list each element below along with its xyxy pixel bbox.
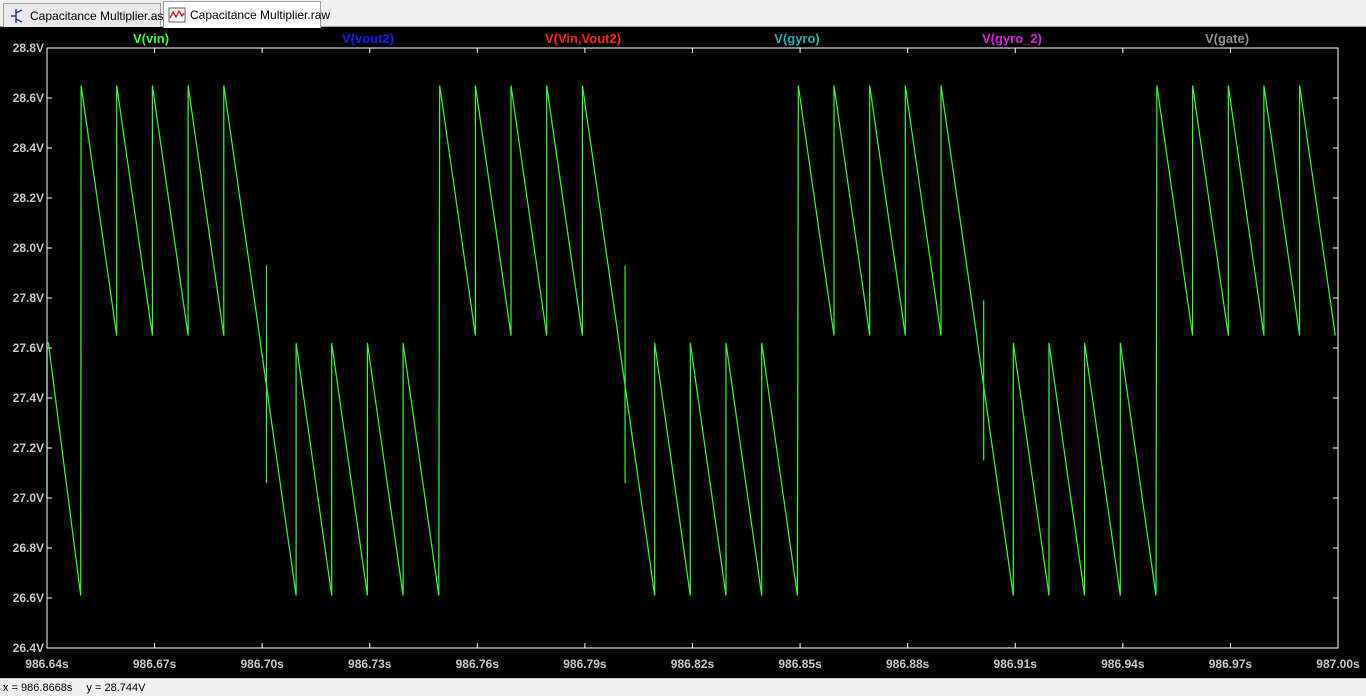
trace-vin xyxy=(46,85,1336,596)
x-tick-label: 986.97s xyxy=(1209,657,1253,671)
tab-schematic[interactable]: Capacitance Multiplier.asc xyxy=(3,3,169,27)
trace-legend: V(vin) V(vout2) V(Vin,Vout2) V(gyro) V(gyro_… xyxy=(133,31,1249,46)
y-tick-label: 27.0V xyxy=(13,491,44,505)
y-tick-label: 26.8V xyxy=(13,541,44,555)
tab-label: Capacitance Multiplier.raw xyxy=(190,8,331,22)
x-tick-label: 986.67s xyxy=(133,657,177,671)
x-tick-label: 986.88s xyxy=(886,657,930,671)
waveform-icon xyxy=(168,7,186,23)
y-tick-label: 28.2V xyxy=(13,191,44,205)
y-tick-label: 28.8V xyxy=(13,41,44,55)
schematic-icon xyxy=(8,8,26,24)
x-tick-label: 986.64s xyxy=(25,657,69,671)
y-tick-label: 27.4V xyxy=(13,391,44,405)
y-tick-label: 28.0V xyxy=(13,241,44,255)
y-tick-label: 26.4V xyxy=(13,641,44,655)
x-tick-label: 987.00s xyxy=(1316,657,1360,671)
y-tick-label: 27.6V xyxy=(13,341,44,355)
legend-entry[interactable]: V(vout2) xyxy=(342,31,394,46)
y-axis-ticks: 28.8V 28.6V 28.4V 28.2V 28.0V 27.8V 27.6V 27.4V… xyxy=(13,41,1338,655)
y-tick-label: 27.2V xyxy=(13,441,44,455)
legend-entry[interactable]: V(gate) xyxy=(1205,31,1249,46)
status-bar: x = 986.8668s y = 28.744V xyxy=(0,678,1366,696)
legend-entry[interactable]: V(gyro) xyxy=(774,31,820,46)
tab-waveform[interactable]: Capacitance Multiplier.raw xyxy=(163,1,330,28)
document-tab-bar: Capacitance Multiplier.asc Capacitance M… xyxy=(0,0,1366,28)
x-tick-label: 986.85s xyxy=(778,657,822,671)
x-tick-label: 986.94s xyxy=(1101,657,1145,671)
x-tick-label: 986.70s xyxy=(240,657,284,671)
y-tick-label: 26.6V xyxy=(13,591,44,605)
waveform-plot-pane[interactable]: V(vin) V(vout2) V(Vin,Vout2) V(gyro) V(gyro_… xyxy=(0,27,1366,678)
legend-entry[interactable]: V(gyro_2) xyxy=(982,31,1042,46)
legend-entry[interactable]: V(vin) xyxy=(133,31,169,46)
x-tick-label: 986.76s xyxy=(456,657,500,671)
x-tick-label: 986.91s xyxy=(994,657,1038,671)
x-tick-label: 986.79s xyxy=(563,657,607,671)
y-tick-label: 28.4V xyxy=(13,141,44,155)
traces xyxy=(46,85,1336,596)
legend-entry[interactable]: V(Vin,Vout2) xyxy=(545,31,621,46)
x-tick-label: 986.73s xyxy=(348,657,392,671)
plot-frame xyxy=(46,47,1339,649)
y-tick-label: 28.6V xyxy=(13,91,44,105)
cursor-x-readout: x = 986.8668s xyxy=(3,681,73,694)
x-tick-label: 986.82s xyxy=(671,657,715,671)
waveform-chart[interactable]: V(vin) V(vout2) V(Vin,Vout2) V(gyro) V(gyro_… xyxy=(0,27,1366,678)
tab-label: Capacitance Multiplier.asc xyxy=(30,8,170,23)
y-tick-label: 27.8V xyxy=(13,291,44,305)
cursor-y-readout: y = 28.744V xyxy=(86,681,146,694)
